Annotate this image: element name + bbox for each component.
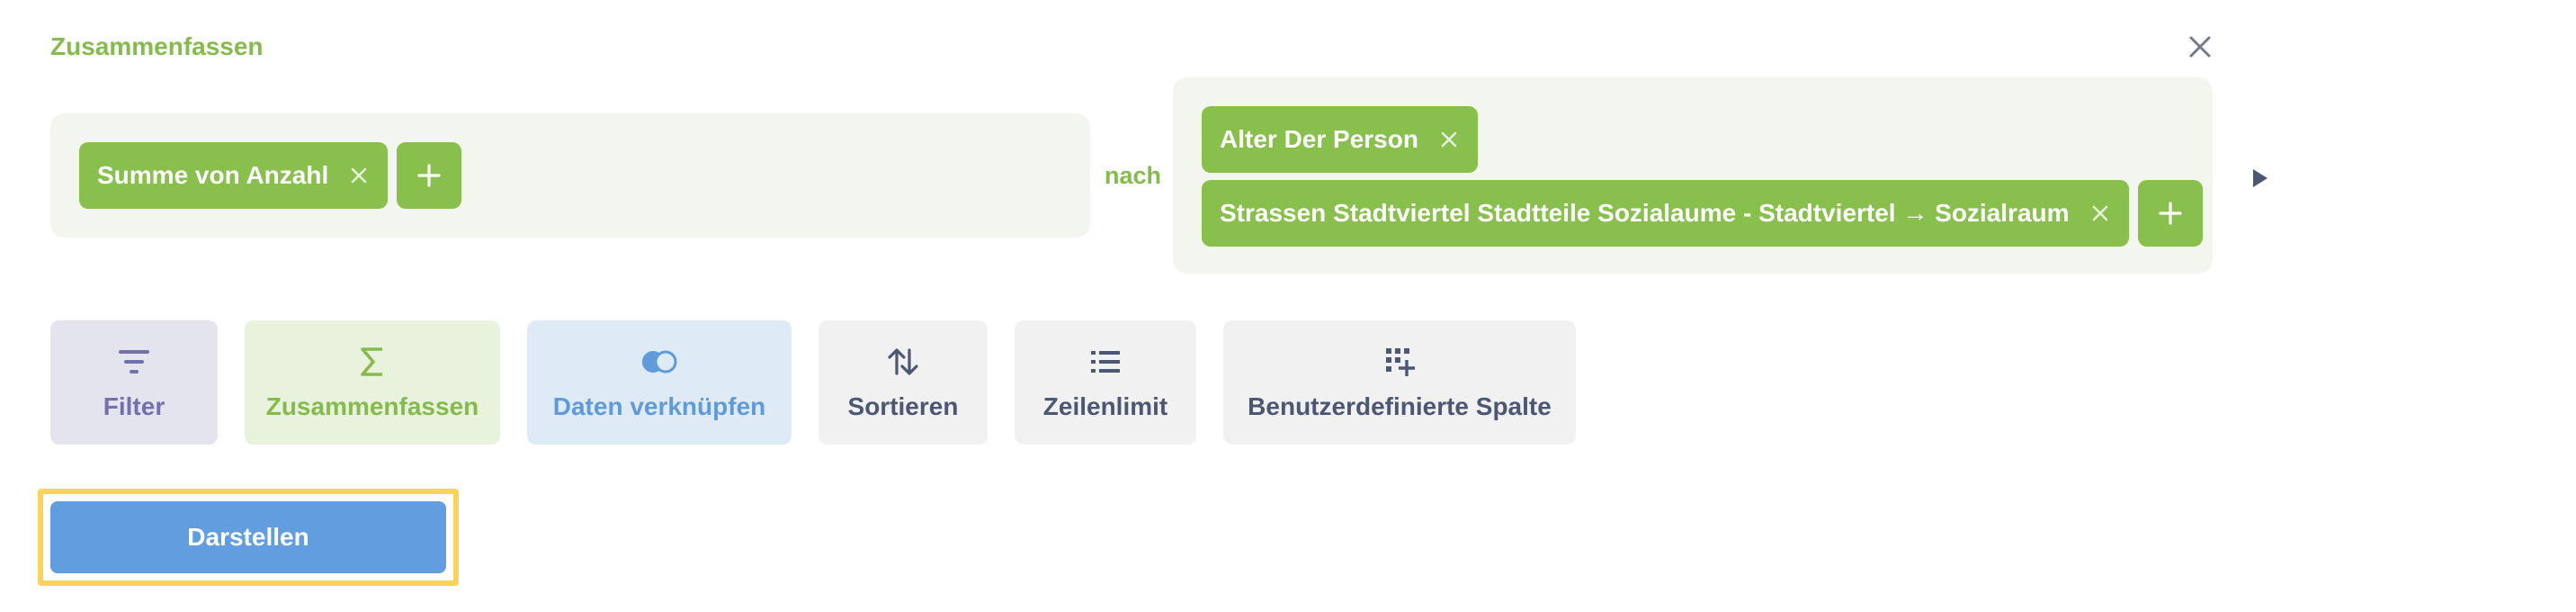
- summarize-label: Zusammenfassen: [265, 392, 479, 420]
- close-icon[interactable]: [2184, 31, 2216, 63]
- breakout-row: Strassen Stadtviertel Stadtteile Soziala…: [1202, 180, 2203, 247]
- breakout-connector: nach: [1105, 162, 1162, 189]
- x-icon[interactable]: [350, 166, 368, 184]
- breakout-pill[interactable]: Alter Der Person: [1202, 106, 1478, 173]
- filter-icon: [118, 344, 150, 380]
- join-label: Daten verknüpfen: [552, 392, 766, 420]
- play-arrow-icon[interactable]: [2249, 167, 2270, 189]
- sort-arrows-icon: [887, 344, 919, 380]
- breakout-label: Alter Der Person: [1220, 125, 1418, 153]
- join-icon: [640, 344, 679, 380]
- add-metric-button[interactable]: [397, 142, 462, 209]
- add-breakout-button[interactable]: [2137, 180, 2203, 247]
- custom-column-label: Benutzerdefinierte Spalte: [1248, 392, 1552, 420]
- list-icon: [1090, 344, 1121, 380]
- row-limit-button[interactable]: Zeilenlimit: [1015, 320, 1196, 445]
- filter-button[interactable]: Filter: [50, 320, 218, 445]
- metrics-panel: Summe von Anzahl: [50, 113, 1090, 238]
- summarize-button[interactable]: Zusammenfassen: [245, 320, 500, 445]
- metric-label: Summe von Anzahl: [97, 161, 329, 189]
- visualize-button[interactable]: Darstellen: [50, 501, 446, 573]
- breakout-label: Strassen Stadtviertel Stadtteile Soziala…: [1220, 199, 2070, 227]
- section-title: Zusammenfassen: [50, 32, 264, 60]
- plus-icon: [416, 163, 442, 188]
- add-column-icon: [1384, 344, 1415, 380]
- breakouts-panel: Alter Der Person Strassen Stadtviertel S…: [1173, 77, 2213, 274]
- metric-pill[interactable]: Summe von Anzahl: [79, 142, 389, 209]
- sort-button[interactable]: Sortieren: [818, 320, 988, 445]
- breakout-pill[interactable]: Strassen Stadtviertel Stadtteile Soziala…: [1202, 180, 2129, 247]
- sigma-icon: [359, 344, 386, 380]
- metrics-list: Summe von Anzahl: [79, 142, 462, 209]
- x-icon[interactable]: [2091, 204, 2109, 222]
- join-data-button[interactable]: Daten verknüpfen: [527, 320, 792, 445]
- sort-label: Sortieren: [847, 392, 959, 420]
- plus-icon: [2158, 201, 2183, 226]
- filter-label: Filter: [103, 392, 165, 420]
- custom-column-button[interactable]: Benutzerdefinierte Spalte: [1223, 320, 1576, 445]
- x-icon[interactable]: [1440, 130, 1458, 148]
- limit-label: Zeilenlimit: [1042, 392, 1168, 420]
